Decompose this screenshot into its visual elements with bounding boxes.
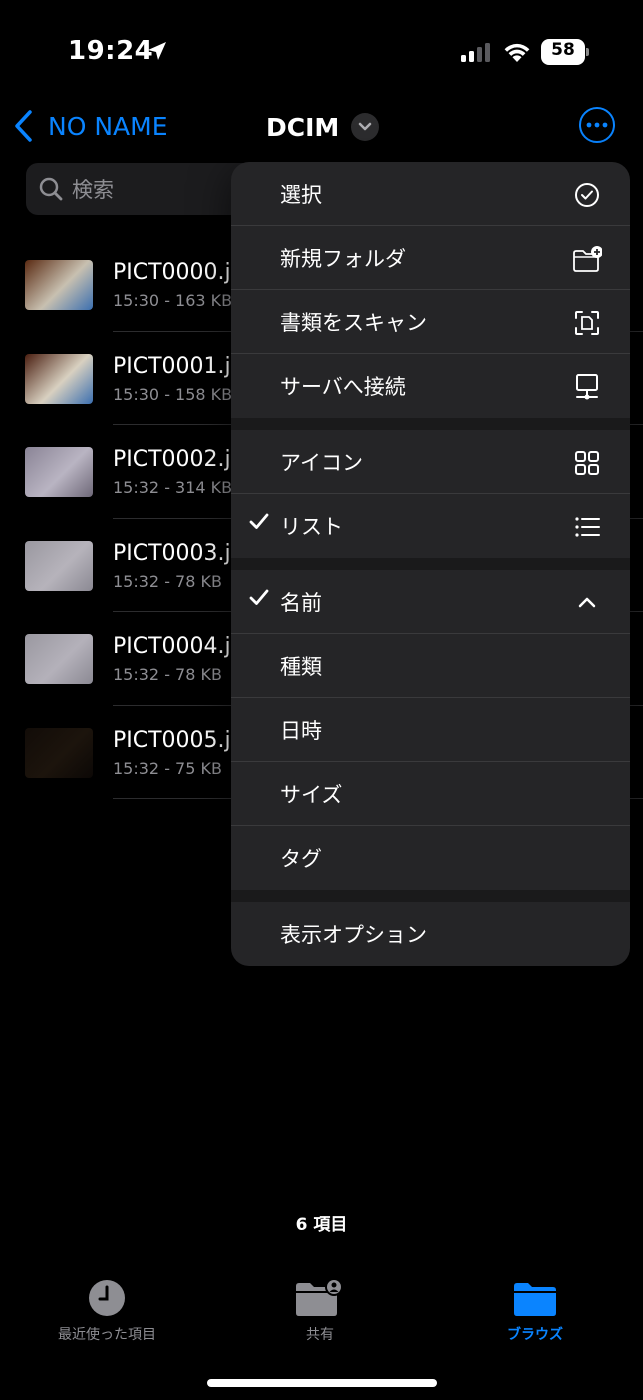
tab-bar: 最近使った項目 共有 ブラウズ — [0, 1270, 643, 1360]
menu-item[interactable]: 日時 — [231, 698, 630, 762]
page-title: DCIM — [266, 112, 340, 142]
menu-item[interactable]: アイコン — [231, 430, 630, 494]
tab-browse[interactable]: ブラウズ — [465, 1270, 605, 1344]
file-thumbnail — [25, 447, 93, 497]
location-arrow-icon — [148, 42, 166, 60]
grid-icon — [575, 451, 599, 475]
menu-item[interactable]: リスト — [231, 494, 630, 558]
ellipsis-icon — [586, 122, 608, 128]
item-count: 6 項目 — [295, 1215, 348, 1235]
menu-item-label: サーバへ接続 — [280, 375, 406, 399]
menu-item-label: サイズ — [280, 783, 343, 807]
file-meta: 15:32 - 78 KB — [113, 665, 222, 684]
tab-recents[interactable]: 最近使った項目 — [37, 1270, 177, 1344]
back-button[interactable]: NO NAME — [12, 106, 168, 146]
search-icon — [39, 177, 63, 201]
file-thumbnail — [25, 540, 93, 591]
menu-item[interactable]: サイズ — [231, 762, 630, 826]
menu-item-label: 新規フォルダ — [280, 247, 406, 271]
menu-section-gap — [231, 890, 630, 902]
home-indicator[interactable] — [207, 1379, 437, 1387]
file-name: PICT0001.j — [113, 353, 231, 379]
file-meta: 15:32 - 75 KB — [113, 758, 222, 778]
status-time: 19:24 — [68, 36, 154, 66]
context-menu: 選択新規フォルダ 書類をスキャン サーバへ接続 アイコンリスト名前種類日時サイズタグ表… — [231, 162, 630, 966]
folder-title-menu[interactable]: DCIM — [266, 108, 380, 146]
menu-item[interactable]: 選択 — [231, 162, 630, 226]
folder-icon — [514, 1283, 556, 1316]
more-options-button[interactable] — [579, 107, 615, 143]
menu-item[interactable]: 新規フォルダ — [231, 226, 630, 290]
tab-shared[interactable]: 共有 — [250, 1270, 390, 1344]
file-meta: 15:30 - 158 KB — [113, 384, 233, 404]
status-bar: 19:24 58 — [0, 0, 643, 100]
menu-item[interactable]: 表示オプション — [231, 902, 630, 966]
title-dropdown-button[interactable] — [351, 113, 380, 141]
chevron-down-icon — [359, 122, 372, 131]
menu-item[interactable]: 書類をスキャン — [231, 290, 630, 354]
file-name: PICT0005.j — [113, 727, 231, 753]
checkmark-icon — [249, 589, 269, 605]
menu-item[interactable]: タグ — [231, 826, 630, 890]
checkmark-icon — [249, 513, 269, 529]
cellular-signal-icon — [461, 43, 490, 62]
menu-item[interactable]: サーバへ接続 — [231, 354, 630, 418]
search-placeholder: 検索 — [72, 178, 114, 202]
wifi-icon — [504, 43, 530, 62]
file-name: PICT0004.j — [113, 634, 231, 659]
menu-item-label: アイコン — [280, 451, 363, 475]
battery-indicator: 58 — [541, 39, 589, 65]
server-display-icon — [576, 374, 598, 400]
clock-icon — [89, 1280, 125, 1316]
menu-item-label: 日時 — [280, 719, 322, 743]
shared-folder-icon — [296, 1278, 343, 1316]
tab-browse-label: ブラウズ — [507, 1327, 563, 1343]
battery-level: 58 — [551, 40, 575, 60]
folder-plus-icon — [573, 246, 602, 272]
menu-section-gap — [231, 558, 630, 570]
file-name: PICT0003.j — [113, 540, 231, 566]
menu-item-label: タグ — [280, 847, 322, 871]
chevron-up-icon — [578, 597, 596, 608]
back-button-label: NO NAME — [48, 111, 168, 141]
list-icon — [575, 517, 600, 537]
doc-scanner-icon — [575, 311, 599, 335]
tab-recents-label: 最近使った項目 — [58, 1327, 156, 1343]
file-meta: 15:30 - 163 KB — [113, 291, 233, 310]
file-thumbnail — [25, 353, 93, 404]
menu-item-label: 選択 — [280, 183, 322, 207]
file-thumbnail — [25, 260, 93, 310]
tab-shared-label: 共有 — [306, 1327, 334, 1343]
file-meta: 15:32 - 314 KB — [113, 478, 233, 497]
menu-item-label: 表示オプション — [280, 923, 427, 947]
menu-section-gap — [231, 418, 630, 430]
menu-item-label: リスト — [280, 515, 343, 539]
file-meta: 15:32 - 78 KB — [113, 571, 222, 591]
file-thumbnail — [25, 634, 93, 684]
menu-item[interactable]: 名前 — [231, 570, 630, 634]
menu-item[interactable]: 種類 — [231, 634, 630, 698]
checkmark-circle-icon — [575, 183, 599, 207]
file-name: PICT0000.j — [113, 260, 231, 285]
menu-item-label: 名前 — [280, 591, 322, 615]
chevron-left-icon — [15, 110, 32, 142]
file-name: PICT0002.j — [113, 447, 231, 472]
file-thumbnail — [25, 727, 93, 778]
menu-item-label: 書類をスキャン — [280, 311, 427, 335]
menu-item-label: 種類 — [280, 655, 322, 679]
